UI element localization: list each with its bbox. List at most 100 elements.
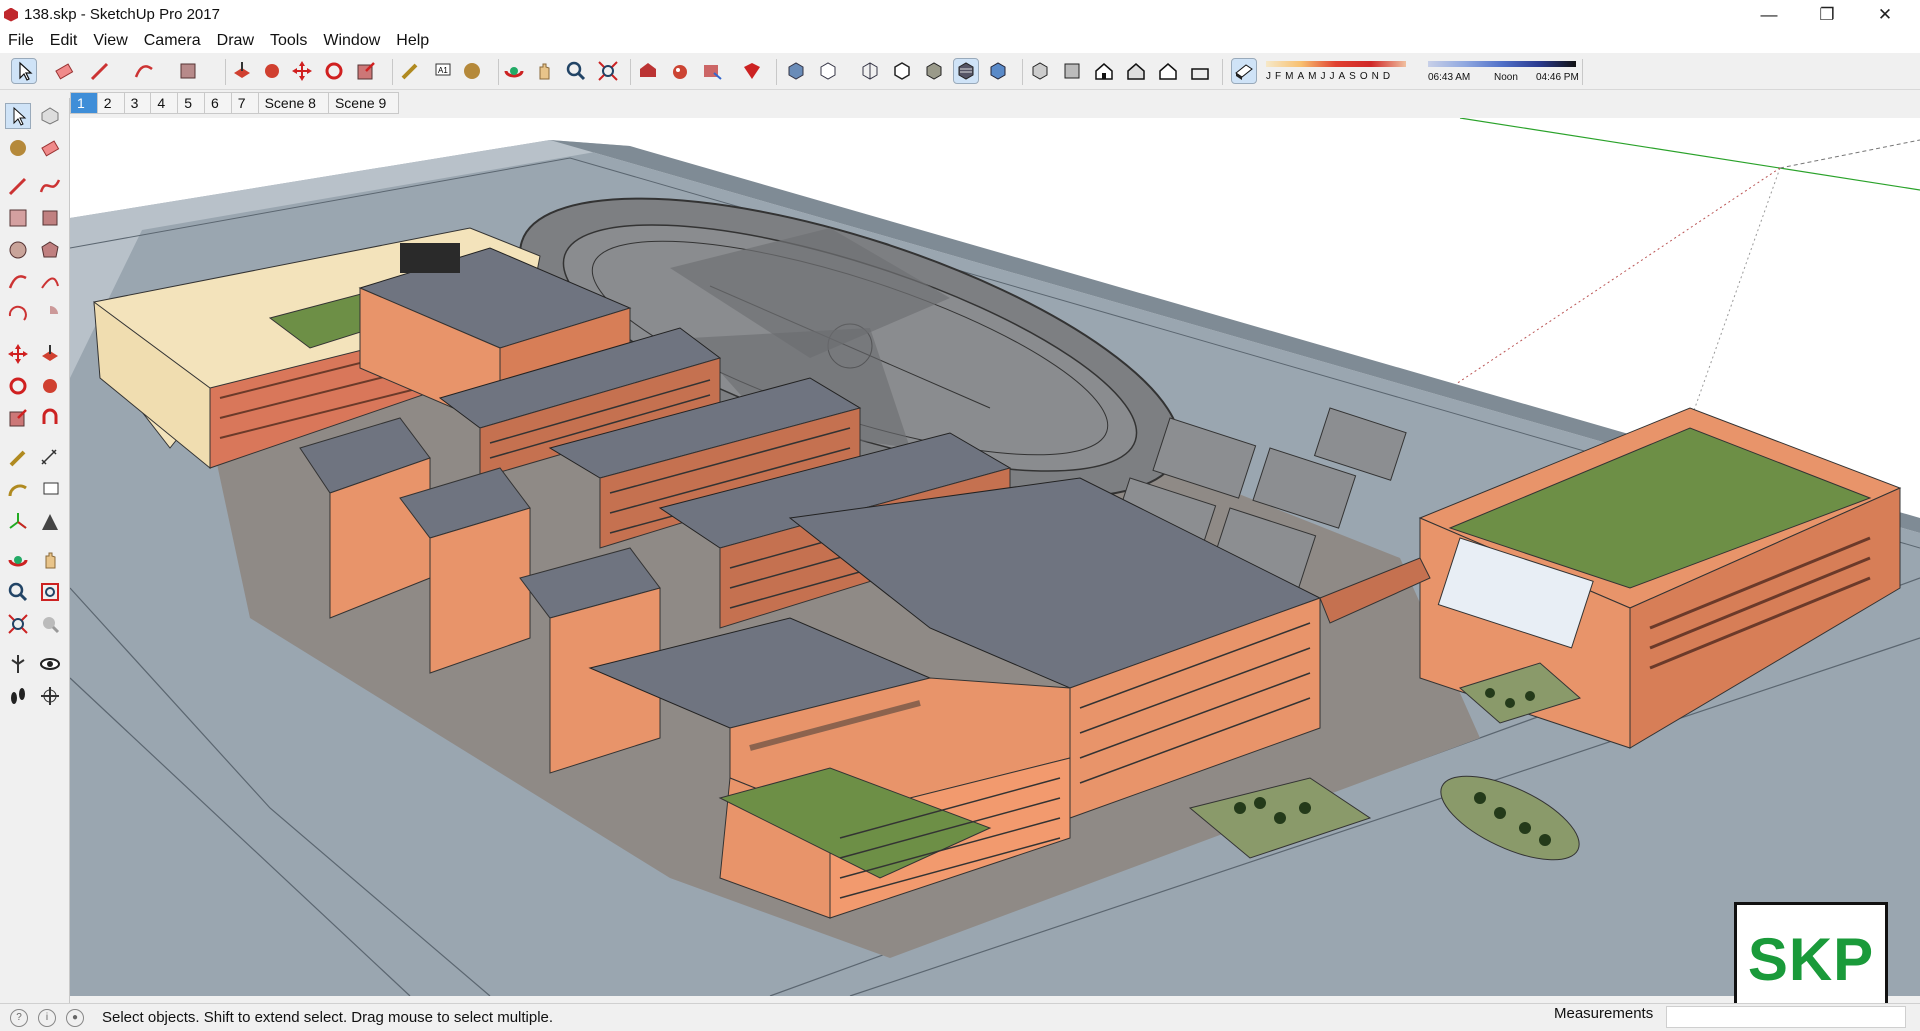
- menu-camera[interactable]: Camera: [136, 32, 209, 50]
- push-pull-icon[interactable]: [230, 59, 254, 83]
- menu-tools[interactable]: Tools: [262, 32, 315, 50]
- menu-view[interactable]: View: [85, 32, 135, 50]
- tab-scene-1[interactable]: 1: [70, 92, 98, 114]
- rotate-tool-icon[interactable]: [322, 59, 346, 83]
- menu-bar: File Edit View Camera Draw Tools Window …: [0, 29, 1920, 53]
- tab-scene-7[interactable]: 7: [231, 92, 259, 114]
- menu-draw[interactable]: Draw: [209, 32, 262, 50]
- share-component-icon[interactable]: [700, 59, 724, 83]
- tab-scene-2[interactable]: 2: [97, 92, 125, 114]
- polygon-icon[interactable]: [38, 238, 62, 262]
- tape-measure-icon[interactable]: [6, 446, 30, 470]
- eraser-icon[interactable]: [52, 59, 76, 83]
- freehand-icon[interactable]: [38, 174, 62, 198]
- axes-icon[interactable]: [6, 510, 30, 534]
- arc-icon[interactable]: [6, 270, 30, 294]
- tab-scene-5[interactable]: 5: [178, 92, 205, 114]
- previous-view-icon[interactable]: [38, 612, 62, 636]
- menu-file[interactable]: File: [0, 32, 42, 50]
- section-plane-icon[interactable]: [38, 684, 62, 708]
- zoom-icon[interactable]: [6, 580, 30, 604]
- paint-bucket-icon[interactable]: [6, 136, 30, 160]
- shadows-toggle-icon[interactable]: [1231, 58, 1257, 84]
- share-model-icon[interactable]: [668, 59, 692, 83]
- zoom-window-icon[interactable]: [38, 580, 62, 604]
- arc-tool-icon[interactable]: [132, 59, 156, 83]
- restore-button[interactable]: ❐: [1798, 0, 1856, 29]
- monochrome-icon[interactable]: [986, 59, 1010, 83]
- pan-icon[interactable]: [532, 59, 556, 83]
- back-edges-icon[interactable]: [816, 59, 840, 83]
- rotated-rectangle-icon[interactable]: [38, 206, 62, 230]
- follow-me-icon[interactable]: [38, 374, 62, 398]
- walk-icon[interactable]: [6, 684, 30, 708]
- pie-icon[interactable]: [38, 302, 62, 326]
- tape-measure-icon[interactable]: [398, 59, 422, 83]
- measurements-input[interactable]: [1666, 1006, 1906, 1028]
- rectangle-icon[interactable]: [6, 206, 30, 230]
- warehouse-icon[interactable]: [636, 59, 660, 83]
- menu-window[interactable]: Window: [315, 32, 388, 50]
- line-tool-icon[interactable]: [88, 59, 112, 83]
- follow-me-icon[interactable]: [260, 59, 284, 83]
- model-viewport[interactable]: [70, 118, 1920, 996]
- menu-help[interactable]: Help: [388, 32, 437, 50]
- time-slider-track[interactable]: [1428, 61, 1576, 67]
- zoom-extents-icon[interactable]: [6, 612, 30, 636]
- two-point-arc-icon[interactable]: [38, 270, 62, 294]
- pan-icon[interactable]: [38, 548, 62, 572]
- user-account-icon[interactable]: ●: [66, 1008, 84, 1027]
- circle-icon[interactable]: [6, 238, 30, 262]
- shaded-with-textures-icon[interactable]: [953, 58, 979, 84]
- line-tool-icon[interactable]: [6, 174, 30, 198]
- left-view-icon[interactable]: [1188, 59, 1212, 83]
- tab-scene-4[interactable]: 4: [151, 92, 179, 114]
- three-point-arc-icon[interactable]: [6, 302, 30, 326]
- zoom-icon[interactable]: [564, 59, 588, 83]
- dimension-icon[interactable]: [38, 446, 62, 470]
- close-button[interactable]: ✕: [1856, 0, 1914, 29]
- tab-scene-3[interactable]: 3: [124, 92, 152, 114]
- zoom-extents-icon[interactable]: [596, 59, 620, 83]
- menu-edit[interactable]: Edit: [42, 32, 86, 50]
- month-slider-track[interactable]: [1266, 61, 1406, 67]
- rotate-tool-icon[interactable]: [6, 374, 30, 398]
- orbit-icon[interactable]: [6, 548, 30, 572]
- position-camera-icon[interactable]: [6, 652, 30, 676]
- geo-location-icon[interactable]: ?: [10, 1008, 28, 1027]
- scale-tool-icon[interactable]: [354, 59, 378, 83]
- xray-style-icon[interactable]: [784, 59, 808, 83]
- back-view-icon[interactable]: [1156, 59, 1180, 83]
- push-pull-icon[interactable]: [38, 342, 62, 366]
- scale-tool-icon[interactable]: [6, 406, 30, 430]
- eraser-icon[interactable]: [38, 136, 62, 160]
- shape-tool-icon[interactable]: [176, 59, 200, 83]
- select-tool-icon[interactable]: [5, 103, 31, 129]
- orbit-icon[interactable]: [502, 59, 526, 83]
- tab-scene-9[interactable]: Scene 9: [328, 92, 400, 114]
- move-tool-icon[interactable]: [6, 342, 30, 366]
- front-view-icon[interactable]: [1092, 59, 1116, 83]
- make-component-icon[interactable]: [38, 104, 62, 128]
- tab-scene-6[interactable]: 6: [204, 92, 232, 114]
- text-tool-icon[interactable]: A1: [430, 59, 454, 83]
- hidden-line-icon[interactable]: [890, 59, 914, 83]
- look-around-icon[interactable]: [38, 652, 62, 676]
- skp-watermark-logo: SKP: [1734, 902, 1888, 1018]
- protractor-icon[interactable]: [6, 478, 30, 502]
- select-tool-icon[interactable]: [11, 58, 37, 84]
- right-view-icon[interactable]: [1124, 59, 1148, 83]
- iso-view-icon[interactable]: [1028, 59, 1052, 83]
- credits-icon[interactable]: i: [38, 1008, 56, 1027]
- 3d-text-icon[interactable]: [38, 510, 62, 534]
- top-view-icon[interactable]: [1060, 59, 1084, 83]
- wireframe-icon[interactable]: [858, 59, 882, 83]
- tab-scene-8[interactable]: Scene 8: [258, 92, 329, 114]
- extension-warehouse-icon[interactable]: [740, 59, 764, 83]
- paint-bucket-icon[interactable]: [460, 59, 484, 83]
- shaded-icon[interactable]: [922, 59, 946, 83]
- offset-icon[interactable]: [38, 406, 62, 430]
- move-tool-icon[interactable]: [290, 59, 314, 83]
- text-tool-icon[interactable]: [38, 478, 62, 502]
- minimize-button[interactable]: —: [1740, 0, 1798, 29]
